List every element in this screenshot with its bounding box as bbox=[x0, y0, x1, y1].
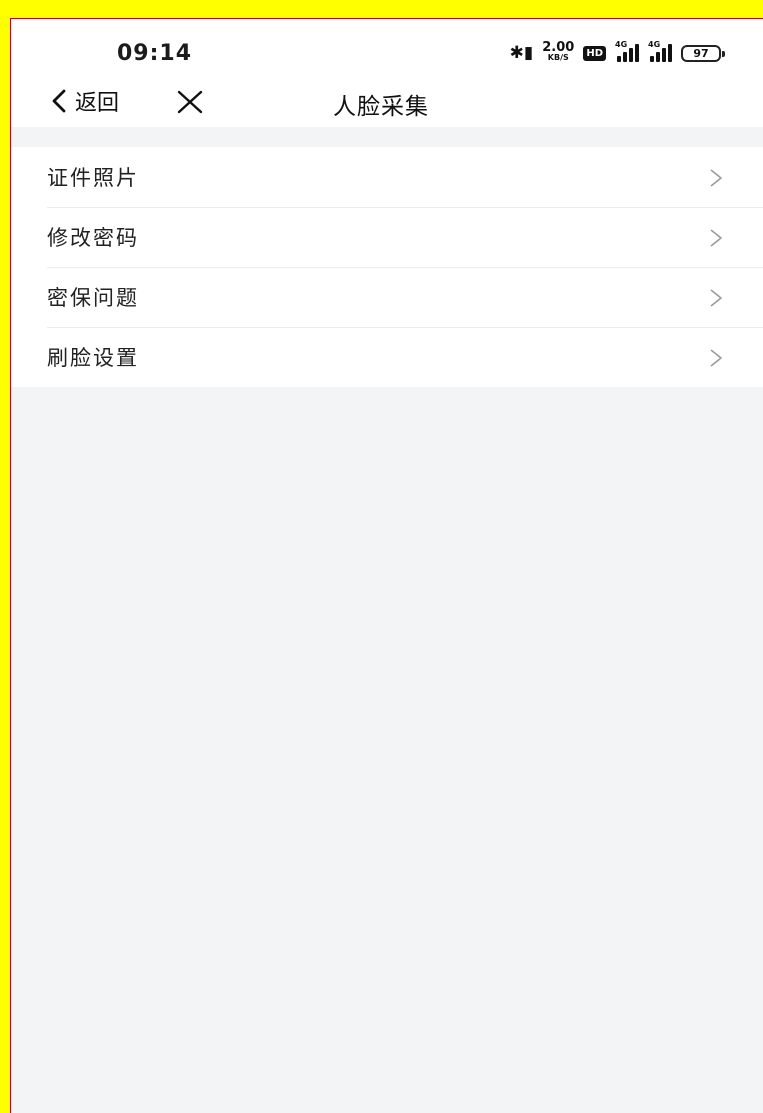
chevron-right-icon bbox=[710, 229, 722, 247]
close-icon[interactable] bbox=[175, 87, 205, 117]
chevron-left-icon bbox=[52, 89, 66, 113]
menu-item-label: 修改密码 bbox=[47, 226, 139, 250]
menu-item-label: 密保问题 bbox=[47, 286, 139, 310]
signal-tag: 4G bbox=[615, 40, 628, 49]
back-label: 返回 bbox=[75, 91, 120, 116]
bluetooth-icon: ✱▮ bbox=[509, 43, 534, 63]
status-time: 09:14 bbox=[117, 41, 193, 66]
menu-item-label: 证件照片 bbox=[47, 166, 139, 190]
network-speed-value: 2.00 bbox=[542, 40, 575, 55]
signal-bar bbox=[617, 56, 621, 62]
menu-item-security-questions[interactable]: 密保问题 bbox=[11, 267, 763, 327]
chevron-right-icon bbox=[710, 289, 722, 307]
signal-bar bbox=[629, 48, 633, 62]
status-icons: ✱▮ 2.00 KB/S HD 4G 4G 97 bbox=[509, 40, 725, 65]
battery-icon: 97 bbox=[681, 44, 725, 62]
back-button[interactable]: 返回 bbox=[47, 85, 119, 117]
signal-bar bbox=[656, 52, 660, 62]
chevron-right-icon bbox=[710, 349, 722, 367]
menu-item-face-settings[interactable]: 刷脸设置 bbox=[11, 327, 763, 387]
signal-bar bbox=[650, 56, 654, 62]
page-title: 人脸采集 bbox=[333, 94, 429, 120]
menu-item-label: 刷脸设置 bbox=[47, 346, 139, 370]
battery-level: 97 bbox=[693, 46, 709, 60]
signal-tag: 4G bbox=[648, 40, 661, 49]
navigation-bar: 返回 人脸采集 bbox=[11, 75, 763, 127]
network-speed: 2.00 KB/S bbox=[542, 40, 575, 63]
signal-bar bbox=[623, 52, 627, 62]
signal-bar bbox=[662, 48, 666, 62]
signal-bar bbox=[635, 44, 639, 62]
menu-item-id-photo[interactable]: 证件照片 bbox=[11, 147, 763, 207]
signal-bar bbox=[668, 44, 672, 62]
settings-menu-list: 证件照片 修改密码 密保问题 刷脸设置 bbox=[11, 147, 763, 387]
phone-screen: 09:14 ✱▮ 2.00 KB/S HD 4G 4G 97 返回 人脸采集 证… bbox=[10, 18, 763, 1113]
signal-icon: 4G bbox=[615, 40, 639, 62]
screenshot-frame: 09:14 ✱▮ 2.00 KB/S HD 4G 4G 97 返回 人脸采集 证… bbox=[0, 0, 763, 1113]
status-bar: 09:14 ✱▮ 2.00 KB/S HD 4G 4G 97 bbox=[11, 19, 763, 75]
menu-item-change-password[interactable]: 修改密码 bbox=[11, 207, 763, 267]
network-speed-unit: KB/S bbox=[547, 53, 569, 62]
hd-badge: HD bbox=[583, 45, 606, 61]
chevron-right-icon bbox=[710, 169, 722, 187]
signal-icon: 4G bbox=[648, 40, 672, 62]
